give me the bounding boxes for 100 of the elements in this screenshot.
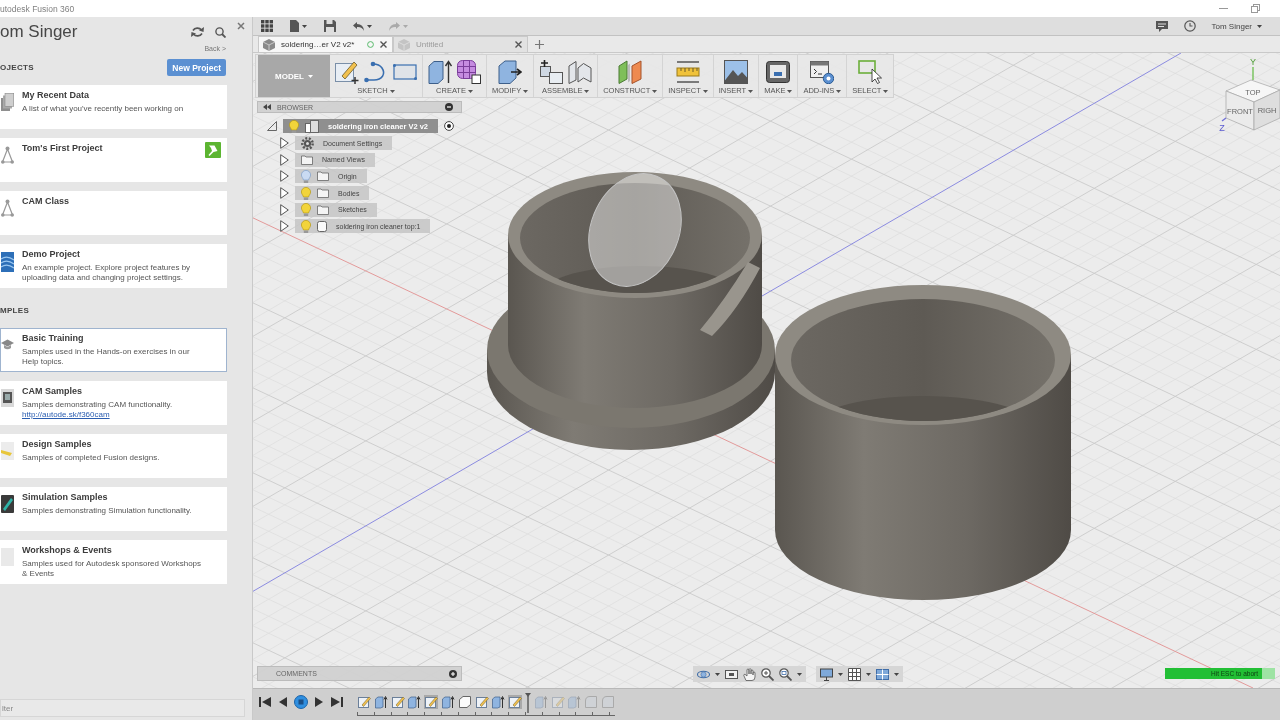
press-pull-icon[interactable] [498,60,523,84]
section-heading: OJECTS [0,63,34,72]
project-card[interactable]: CAM Class [0,191,227,235]
caret-icon[interactable] [894,672,899,676]
expand-arrow-icon[interactable] [280,187,289,200]
minus-icon[interactable] [445,103,453,111]
expand-arrow-icon[interactable] [280,153,289,166]
radio-icon[interactable] [444,121,455,132]
section-heading: MPLES [0,306,30,315]
plus-icon[interactable] [535,39,544,49]
machine-thumbnail-icon [1,389,14,407]
extrude-feature-icon[interactable] [491,695,506,709]
project-card[interactable]: My Recent Data A list of what you've recently been working on [0,85,227,129]
undo-icon[interactable] [353,21,364,31]
skip-forward-icon[interactable] [331,696,343,708]
network-icon [1,199,14,217]
card-link[interactable]: http://autode.sk/f360cam [22,410,110,420]
card-description: Samples used in the Hands-on exercises in our Help topics. [22,347,191,367]
sketch-feature-icon[interactable] [508,695,523,709]
expand-arrow-icon[interactable] [280,220,289,233]
skip-back-icon[interactable] [259,696,271,708]
step-forward-icon[interactable] [315,696,324,708]
zoom-icon[interactable] [779,667,792,681]
step-back-icon[interactable] [278,696,287,708]
split-window-icon[interactable] [876,667,889,681]
user-name: om Singer [0,22,79,42]
folder-icon [317,204,329,215]
card-title: CAM Samples [22,385,83,397]
caret-icon[interactable] [367,24,372,28]
extrude-feature-icon[interactable] [441,695,455,709]
mesh-cube-icon[interactable] [457,60,481,84]
design-thumbnail-icon [1,442,14,460]
zoom-in-icon[interactable] [761,667,774,681]
card-description: A list of what you've recently been working on [22,104,185,114]
caret-icon[interactable] [797,672,802,676]
monitor-icon[interactable] [820,667,833,681]
window-title: utodesk Fusion 360 [0,3,75,14]
extrude-feature-icon[interactable] [407,695,422,709]
image-icon[interactable] [723,60,748,84]
expand-arrow-icon[interactable] [267,121,277,132]
sketch-icon[interactable] [335,60,359,84]
extrude-icon[interactable] [428,60,452,84]
caret-icon[interactable] [838,672,843,676]
file-icon[interactable] [290,20,299,32]
printer-icon[interactable] [766,60,791,84]
restore-icon[interactable] [1251,4,1260,13]
caret-icon [883,89,889,93]
simulation-thumbnail-icon [1,495,14,513]
project-card[interactable]: Demo Project An example project. Explore project features by uploading data and changing project settings. [0,244,227,288]
new-component-icon[interactable] [539,60,564,84]
clock-icon[interactable] [1183,20,1196,32]
joint-icon[interactable] [568,60,593,84]
caret-icon[interactable] [866,672,871,676]
select-icon[interactable] [858,60,883,84]
project-card[interactable]: CAM Samples Samples demonstrating CAM functionality. http://autode.sk/f360cam [0,381,227,425]
comment-icon[interactable] [1155,20,1168,32]
expand-arrow-icon[interactable] [280,137,289,150]
project-card[interactable]: Design Samples Samples of completed Fusion designs. [0,434,227,478]
caret-icon[interactable] [302,24,307,28]
ruler-icon[interactable] [676,60,700,84]
close-icon[interactable] [380,41,387,48]
close-icon[interactable] [237,22,245,30]
project-card[interactable]: Tom's First Project [0,138,227,182]
gear-icon [301,136,314,150]
project-card[interactable]: Basic Training Samples used in the Hands-on exercises in our Help topics. [0,328,227,372]
collapse-icon[interactable] [263,104,271,110]
card-title: Workshops & Events [22,544,112,556]
card-description: Samples demonstrating Simulation functionality. [22,506,193,516]
extrude-feature-icon[interactable] [373,695,388,709]
documents-icon [1,93,14,111]
close-icon[interactable] [515,41,522,48]
graduation-cap-icon [1,339,14,350]
hand-icon[interactable] [743,667,756,681]
timeline-marker-icon[interactable] [524,693,531,713]
plane-icon[interactable] [618,60,643,84]
app-grid-icon[interactable] [261,20,273,32]
user-menu[interactable]: Tom Singer [1211,21,1262,31]
project-card[interactable]: Workshops & Events Samples used for Autodesk sponsored Workshops & Events [0,540,227,584]
screen-icon[interactable] [725,667,738,681]
script-icon[interactable] [810,60,835,84]
project-card[interactable]: Simulation Samples Samples demonstrating Simulation functionality. [0,487,227,531]
sketch-feature-icon[interactable] [474,695,489,709]
expand-arrow-icon[interactable] [280,170,289,183]
axis-indicator: Y [1250,57,1256,81]
search-icon[interactable] [215,26,226,38]
caret-icon [523,89,529,93]
sketch-feature-icon[interactable] [357,695,371,709]
body-feature-icon[interactable] [457,695,472,709]
expand-arrow-icon[interactable] [280,203,289,216]
filter-field[interactable]: lter [0,699,245,717]
caret-icon[interactable] [715,672,720,676]
stop-icon[interactable] [294,695,308,709]
component-icon [305,119,319,133]
sketch-feature-icon[interactable] [424,695,439,709]
document-tab[interactable]: soldering…er V2 v2* [258,36,393,52]
sketch-feature-icon[interactable] [390,695,405,709]
card-description: Samples demonstrating CAM functionality. [22,400,174,410]
refresh-icon[interactable] [191,26,204,38]
save-icon[interactable] [324,20,336,32]
grid-icon[interactable] [848,667,861,681]
